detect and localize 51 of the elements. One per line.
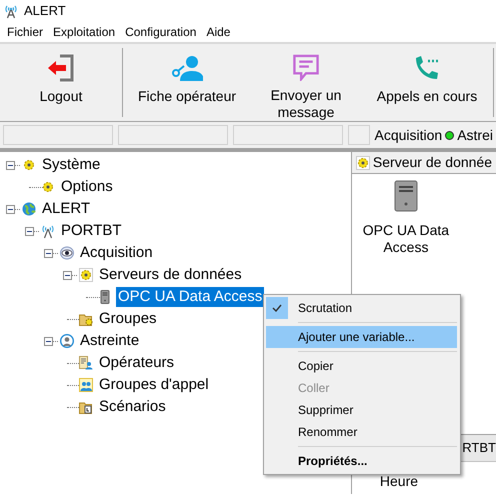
- list-item[interactable]: OPC UA Data Access: [354, 180, 458, 256]
- operator-icon: [171, 54, 203, 82]
- gear-icon: [21, 157, 37, 173]
- users-icon: [78, 377, 94, 393]
- tree-item[interactable]: Acquisition: [78, 243, 155, 263]
- menu-item[interactable]: Supprimer: [266, 399, 457, 421]
- tree-item[interactable]: Options: [59, 177, 115, 197]
- menu-item[interactable]: Scrutation: [266, 297, 457, 319]
- server-icon: [394, 180, 418, 212]
- collapse-toggle[interactable]: [63, 270, 72, 280]
- antenna-icon: [4, 3, 18, 19]
- tree-item[interactable]: ALERT: [40, 199, 92, 219]
- message-icon: [292, 54, 320, 81]
- antenna-icon: [40, 223, 56, 239]
- eye-icon: [59, 245, 75, 261]
- panel-header: Serveur de donnée: [372, 153, 492, 172]
- status-label: Acquisition: [374, 126, 442, 145]
- menu-item[interactable]: Aide: [201, 22, 236, 42]
- collapse-toggle[interactable]: [44, 336, 53, 346]
- person-icon: [59, 333, 75, 349]
- tree-item[interactable]: Groupes: [97, 309, 159, 329]
- menu-item[interactable]: Configuration: [120, 22, 202, 42]
- menu-item[interactable]: Renommer: [266, 421, 457, 443]
- globe-icon: [21, 201, 37, 217]
- collapse-toggle[interactable]: [25, 226, 34, 236]
- column-header: Heure: [380, 473, 418, 489]
- gear-icon: [40, 179, 56, 195]
- gear-icon: [78, 267, 94, 283]
- collapse-toggle[interactable]: [44, 248, 53, 258]
- collapse-toggle[interactable]: [6, 204, 15, 214]
- tree-item[interactable]: Scénarios: [97, 397, 168, 417]
- menu-item[interactable]: Exploitation: [48, 22, 120, 42]
- window-title: ALERT: [24, 2, 66, 20]
- menu-item[interactable]: Fichier: [2, 22, 48, 42]
- tree-item[interactable]: OPC UA Data Access: [116, 287, 264, 307]
- menu-item[interactable]: Ajouter une variable...: [266, 326, 457, 348]
- tree-item[interactable]: Astreinte: [78, 331, 142, 351]
- collapse-toggle[interactable]: [6, 160, 15, 170]
- logout-icon: [46, 54, 76, 82]
- phone-icon: [413, 54, 441, 82]
- status-panel: [348, 125, 370, 145]
- tree-item[interactable]: Serveurs de données: [97, 265, 244, 285]
- gear-icon: [356, 156, 370, 170]
- panel-tab[interactable]: RTBT: [462, 438, 496, 458]
- tree-item[interactable]: Système: [40, 155, 102, 175]
- menu-item[interactable]: Propriétés...: [266, 450, 457, 472]
- tree-item[interactable]: Opérateurs: [97, 353, 176, 373]
- tree-item[interactable]: PORTBT: [59, 221, 124, 241]
- menu-item[interactable]: Copier: [266, 355, 457, 377]
- tree-item[interactable]: Groupes d'appel: [97, 375, 211, 395]
- status-label: Astrei: [457, 126, 493, 144]
